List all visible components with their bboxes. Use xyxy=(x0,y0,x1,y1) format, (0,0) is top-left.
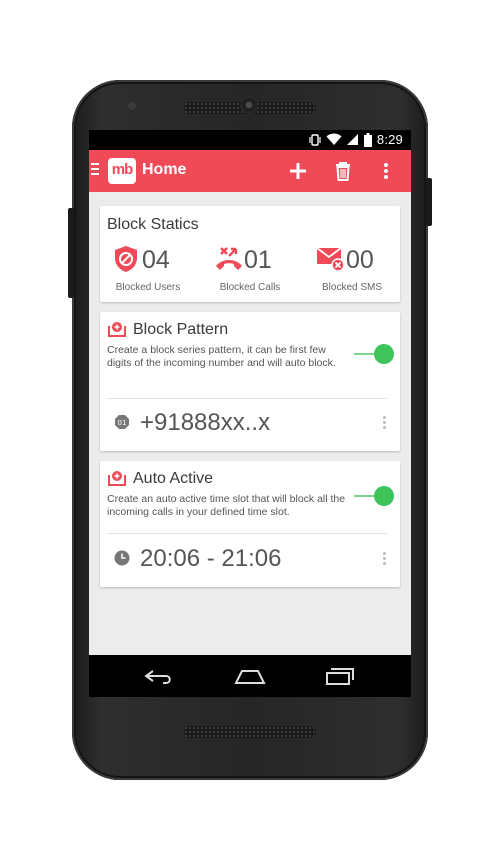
block-pattern-description: Create a block series pattern, it can be… xyxy=(107,344,336,369)
clock-icon xyxy=(114,550,130,566)
stat-blocked-users[interactable]: 04 Blocked Users xyxy=(100,244,196,298)
front-camera xyxy=(240,96,258,114)
trash-icon xyxy=(336,162,350,181)
vibrate-icon xyxy=(309,133,321,147)
stat-blocked-sms[interactable]: 00 Blocked SMS xyxy=(304,244,400,298)
blocked-sms-label: Blocked SMS xyxy=(321,282,383,293)
blocked-calls-count: 01 xyxy=(244,246,272,274)
app-bar: mb Home xyxy=(89,150,411,192)
home-icon xyxy=(234,670,266,684)
overflow-menu-icon xyxy=(384,163,388,179)
blocked-user-shield-icon xyxy=(112,244,140,274)
back-icon xyxy=(144,670,171,684)
add-button[interactable] xyxy=(285,158,311,184)
bottom-speaker xyxy=(184,726,316,738)
pattern-badge-icon: 01 xyxy=(114,414,130,430)
auto-active-card: Auto Active Create an auto active time s… xyxy=(100,461,400,587)
block-statics-card: Block Statics 04 Blocked Users 01 Blocke… xyxy=(100,206,400,302)
blocked-call-icon xyxy=(214,244,242,274)
auto-active-toggle[interactable] xyxy=(354,485,394,507)
auto-active-title: Auto Active xyxy=(133,470,214,487)
volume-button xyxy=(68,208,74,298)
pattern-value[interactable]: +91888xx..x xyxy=(140,409,270,437)
add-icon xyxy=(290,163,306,179)
blocked-sms-count: 00 xyxy=(346,246,374,274)
menu-icon[interactable] xyxy=(91,163,101,179)
add-pattern-icon xyxy=(107,320,127,338)
back-button[interactable] xyxy=(141,664,177,688)
status-bar: 8:29 xyxy=(89,130,411,150)
pattern-more-icon[interactable] xyxy=(383,416,389,432)
page-title: Home xyxy=(142,161,187,178)
stat-blocked-calls[interactable]: 01 Blocked Calls xyxy=(202,244,298,298)
svg-text:01: 01 xyxy=(118,419,127,427)
home-button[interactable] xyxy=(232,664,268,688)
navigation-bar xyxy=(89,655,411,697)
wifi-icon xyxy=(326,133,342,146)
app-logo: mb xyxy=(108,158,136,184)
add-timeslot-icon xyxy=(107,469,127,487)
timeslot-value[interactable]: 20:06 - 21:06 xyxy=(140,545,281,573)
power-button xyxy=(426,178,432,226)
auto-active-description: Create an auto active time slot that wil… xyxy=(107,493,346,518)
blocked-calls-label: Blocked Calls xyxy=(219,282,281,293)
divider xyxy=(107,398,387,399)
blocked-users-count: 04 xyxy=(142,246,170,274)
block-pattern-toggle[interactable] xyxy=(354,343,394,365)
status-time: 8:29 xyxy=(376,132,403,147)
overflow-menu-button[interactable] xyxy=(379,158,393,184)
blocked-users-label: Blocked Users xyxy=(115,282,181,293)
delete-button[interactable] xyxy=(330,158,356,184)
battery-icon xyxy=(363,132,372,147)
blocked-sms-icon xyxy=(316,244,345,274)
screen: 8:29 mb Home Block Statics 04 Blocked Us… xyxy=(89,130,411,697)
block-pattern-card: Block Pattern Create a block series patt… xyxy=(100,312,400,451)
timeslot-more-icon[interactable] xyxy=(383,552,389,568)
proximity-sensor xyxy=(128,102,136,110)
block-pattern-title: Block Pattern xyxy=(133,321,229,338)
signal-icon xyxy=(346,133,359,146)
divider xyxy=(107,533,387,534)
block-statics-title: Block Statics xyxy=(107,216,199,233)
recent-apps-icon xyxy=(326,668,354,685)
recent-apps-button[interactable] xyxy=(321,664,357,688)
